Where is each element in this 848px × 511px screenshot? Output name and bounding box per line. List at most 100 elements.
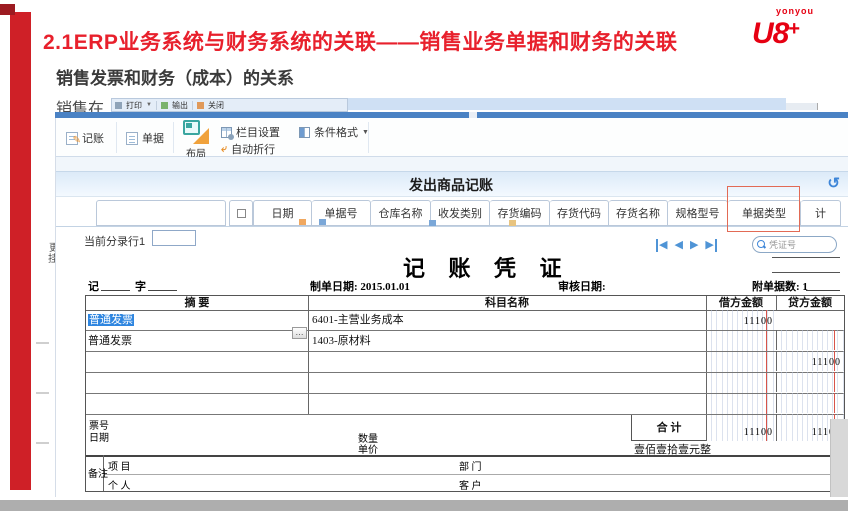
grid-line (776, 296, 777, 310)
voucher-search-box[interactable]: 凭证号 (752, 236, 837, 253)
column-header-10[interactable]: 计 (801, 200, 841, 226)
last-record-button[interactable]: ▶ (705, 239, 716, 252)
ribbon-toolbar: ✎ 记账 单据 布局 ▼ 栏目设置 ⤶ 自动折行 (56, 118, 848, 157)
column-header-4[interactable]: 收发类别 (431, 200, 490, 226)
layout-icon (183, 120, 209, 144)
project-label: 项 目 (108, 458, 131, 473)
logo-brand-text: yonyou (776, 6, 842, 16)
toolbar-substrip (56, 157, 848, 171)
margin-artifact (36, 342, 49, 344)
left-accent-bar (10, 12, 31, 490)
debit-cell[interactable] (706, 394, 776, 414)
margin-artifact (36, 392, 49, 394)
grid-line (103, 474, 844, 475)
column-header-7[interactable]: 存货名称 (609, 200, 668, 226)
close-button[interactable]: 关闭 (208, 100, 224, 111)
row-icon-artifact (299, 219, 306, 225)
voucher-row-1[interactable]: 普通发票 6401-主营业务成本 11100 (86, 310, 844, 331)
print-dropdown-caret[interactable]: ▼ (146, 102, 152, 108)
word-blank-line (101, 290, 130, 291)
summary-cell[interactable] (86, 394, 308, 414)
scrollbar-strip[interactable] (830, 419, 848, 497)
row-icon-artifact (319, 219, 326, 225)
highlight-annotation-box (727, 186, 800, 232)
background-window-titlebar (348, 98, 786, 110)
first-record-button[interactable]: ◀ (656, 239, 667, 252)
select-all-checkbox[interactable] (229, 200, 253, 226)
account-cell[interactable]: 1403-原材料 (308, 331, 706, 351)
document-button[interactable]: 单据 (126, 130, 164, 146)
background-window-toolbar: 打印 ▼ 输出 关闭 (111, 98, 348, 112)
logo-product-text: U8+ (752, 17, 799, 50)
summary-text: 普通发票 (88, 335, 132, 347)
slide-title: 2.1ERP业务系统与财务系统的关联——销售业务单据和财务的关联 (43, 26, 677, 56)
summary-cell[interactable] (86, 352, 308, 372)
voucher-navigation: ◀ ◀ ▶ ▶ (656, 239, 717, 252)
document-icon (126, 132, 138, 145)
checkbox-icon (237, 209, 246, 218)
voucher-title: 记 账 凭 证 (403, 251, 571, 283)
column-header-6[interactable]: 存货代码 (550, 200, 609, 226)
column-header-blank[interactable] (96, 200, 226, 226)
voucher-row-4[interactable] (86, 373, 844, 394)
date-label: 日期 (89, 429, 109, 444)
print-icon (115, 102, 122, 109)
total-debit-amount: 11100 (744, 427, 773, 438)
column-settings-button[interactable]: 栏目设置 (221, 124, 280, 140)
record-button[interactable]: ✎ 记账 (66, 130, 104, 146)
export-button[interactable]: 输出 (172, 100, 188, 111)
debit-cell[interactable] (706, 373, 776, 393)
current-entry-row-input[interactable] (152, 230, 196, 246)
audit-date-label: 审核日期: (558, 278, 606, 294)
dept-label: 部 门 (459, 458, 482, 473)
column-header-3[interactable]: 仓库名称 (371, 200, 431, 226)
auto-wrap-button[interactable]: ⤶ 自动折行 (221, 141, 275, 157)
voucher-row-2[interactable]: 普通发票1403-原材料11100 (86, 331, 844, 352)
search-placeholder: 凭证号 (769, 238, 796, 251)
print-button[interactable]: 打印 (126, 100, 142, 111)
summary-text-selected: 普通发票 (88, 314, 134, 326)
row-icon-artifact (509, 220, 516, 226)
voucher-number-line (772, 272, 840, 273)
account-cell[interactable] (308, 352, 706, 372)
summary-cell[interactable]: 普通发票 (86, 331, 308, 351)
grid-line (706, 296, 707, 310)
account-cell[interactable]: 6401-主营业务成本 (308, 310, 706, 330)
margin-artifact (36, 442, 49, 444)
voucher-row-3[interactable] (86, 352, 844, 373)
summary-header: 摘 要 (86, 296, 308, 310)
refresh-icon[interactable]: ↺ (827, 174, 840, 192)
summary-cell[interactable]: 普通发票 (86, 310, 308, 330)
column-header-8[interactable]: 规格型号 (668, 200, 728, 226)
voucher-row-5[interactable] (86, 394, 844, 415)
yonyou-u8-logo: yonyou U8+ (752, 6, 842, 48)
made-date: 制单日期: 2015.01.01 (310, 278, 410, 294)
total-label: 合 计 (631, 415, 706, 441)
attach-underline (806, 290, 840, 291)
conditional-format-button[interactable]: 条件格式 ▼ (299, 124, 369, 140)
current-entry-row-label: 当前分录行1 (84, 233, 145, 249)
amount-in-words: 壹佰壹拾壹元整 (631, 441, 844, 455)
voucher-word-label: 记 (88, 278, 99, 294)
debit-amount: 11100 (744, 316, 773, 327)
voucher-number-line (772, 257, 840, 258)
customer-label: 客 户 (459, 477, 482, 492)
next-record-button[interactable]: ▶ (690, 239, 698, 252)
voucher-word-label2: 字 (135, 278, 146, 294)
attached-docs: 附单据数: 1 (752, 278, 808, 294)
toolbar-divider (368, 122, 369, 153)
grid-line (86, 455, 844, 457)
search-icon (757, 240, 766, 249)
account-cell[interactable] (308, 373, 706, 393)
slide-subtitle: 销售发票和财务（成本）的关系 (56, 64, 294, 89)
voucher-rows: 普通发票6401-主营业务成本11100普通发票1403-原材料11100 (86, 310, 844, 415)
debit-cell[interactable] (706, 352, 776, 372)
debit-cell[interactable]: 11100 (706, 310, 776, 330)
debit-cell[interactable] (706, 331, 776, 351)
record-icon: ✎ (66, 132, 78, 145)
summary-cell[interactable] (86, 373, 308, 393)
column-header-5[interactable]: 存货编码 (490, 200, 550, 226)
summary-ellipsis-button[interactable]: … (292, 327, 307, 339)
account-cell[interactable] (308, 394, 706, 414)
previous-record-button[interactable]: ◀ (674, 239, 682, 252)
